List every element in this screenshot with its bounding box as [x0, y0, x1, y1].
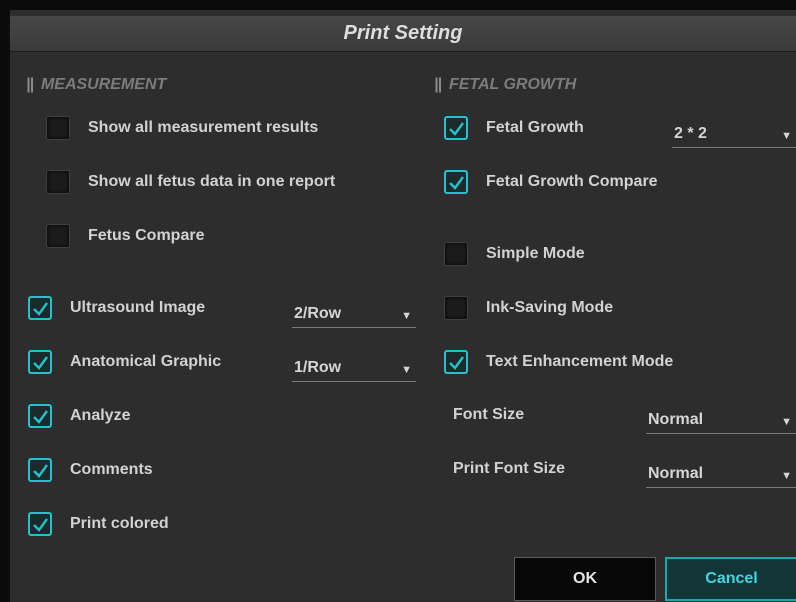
checkbox[interactable]: [444, 296, 468, 320]
checkbox[interactable]: [444, 116, 468, 140]
checkbox-label: Print colored: [70, 515, 169, 532]
checkbox-label: Comments: [70, 461, 153, 478]
checkbox[interactable]: [444, 170, 468, 194]
checkbox-show-all-fetus-data[interactable]: Show all fetus data in one report: [46, 168, 335, 196]
checkbox-fetus-compare[interactable]: Fetus Compare: [46, 222, 204, 250]
checkbox-ultrasound-image[interactable]: Ultrasound Image: [28, 294, 205, 322]
checkbox-label: Show all fetus data in one report: [88, 173, 336, 190]
checkmark-icon: [33, 464, 48, 478]
dropdown-value: 2/Row: [294, 304, 342, 322]
font-size-label: Font Size: [453, 406, 525, 423]
ok-button[interactable]: OK: [514, 557, 656, 601]
checkbox[interactable]: [28, 350, 52, 374]
checkbox-print-colored[interactable]: Print colored: [28, 510, 169, 538]
checkmark-icon: [449, 122, 464, 136]
checkmark-icon: [449, 176, 464, 190]
dropdown-value: Normal: [648, 410, 704, 428]
title-bar: Print Setting: [10, 16, 796, 52]
checkbox-text-enhancement-mode[interactable]: Text Enhancement Mode: [444, 348, 673, 376]
checkmark-icon: [449, 356, 464, 370]
checkbox-analyze[interactable]: Analyze: [28, 402, 130, 430]
checkbox-label: Simple Mode: [486, 245, 585, 262]
checkbox[interactable]: [28, 512, 52, 536]
checkbox-label: Analyze: [70, 407, 131, 424]
fetal-growth-section-label: FETAL GROWTH: [448, 76, 577, 93]
checkbox-label: Anatomical Graphic: [70, 353, 222, 370]
checkbox[interactable]: [46, 224, 70, 248]
checkbox-label: Fetal Growth Compare: [486, 173, 658, 190]
font-size-dropdown[interactable]: Normal ▼: [646, 406, 796, 434]
measurement-section-title: || MEASUREMENT: [26, 76, 166, 94]
double-bar-icon: ||: [434, 76, 442, 93]
dropdown-value: 1/Row: [294, 358, 342, 376]
checkbox[interactable]: [444, 242, 468, 266]
checkbox-label: Ink-Saving Mode: [486, 299, 614, 316]
triangle-down-icon: ▼: [781, 415, 792, 428]
dropdown-value: 2 * 2: [674, 124, 707, 142]
checkbox-simple-mode[interactable]: Simple Mode: [444, 240, 585, 268]
triangle-down-icon: ▼: [401, 363, 412, 376]
checkbox-label: Show all measurement results: [88, 119, 319, 136]
checkbox[interactable]: [28, 404, 52, 428]
dialog-title: Print Setting: [343, 22, 463, 44]
ultrasound-image-dropdown[interactable]: 2/Row ▼: [292, 300, 416, 328]
checkmark-icon: [33, 356, 48, 370]
fetal-growth-section-title: || FETAL GROWTH: [434, 76, 576, 94]
triangle-down-icon: ▼: [401, 309, 412, 322]
checkbox-label: Ultrasound Image: [70, 299, 206, 316]
checkbox-fetal-growth[interactable]: Fetal Growth: [444, 114, 584, 142]
print-font-size-dropdown[interactable]: Normal ▼: [646, 460, 796, 488]
dropdown-value: Normal: [648, 464, 704, 482]
checkbox-anatomical-graphic[interactable]: Anatomical Graphic: [28, 348, 221, 376]
checkbox[interactable]: [46, 170, 70, 194]
cancel-button[interactable]: Cancel: [665, 557, 796, 601]
checkbox[interactable]: [46, 116, 70, 140]
checkbox[interactable]: [28, 458, 52, 482]
checkbox-label: Fetus Compare: [88, 227, 205, 244]
checkmark-icon: [33, 302, 48, 316]
checkbox[interactable]: [28, 296, 52, 320]
print-font-size-label: Print Font Size: [453, 460, 565, 477]
checkmark-icon: [33, 518, 48, 532]
measurement-section-label: MEASUREMENT: [40, 76, 167, 93]
checkbox-label: Fetal Growth: [486, 119, 584, 136]
checkbox-comments[interactable]: Comments: [28, 456, 153, 484]
checkbox-label: Text Enhancement Mode: [486, 353, 674, 370]
print-setting-dialog: Print Setting || MEASUREMENT Show all me…: [8, 10, 796, 602]
checkbox[interactable]: [444, 350, 468, 374]
checkmark-icon: [33, 410, 48, 424]
triangle-down-icon: ▼: [781, 129, 792, 142]
anatomical-graphic-dropdown[interactable]: 1/Row ▼: [292, 354, 416, 382]
double-bar-icon: ||: [26, 76, 34, 93]
fetal-growth-layout-dropdown[interactable]: 2 * 2 ▼: [672, 120, 796, 148]
checkbox-fetal-growth-compare[interactable]: Fetal Growth Compare: [444, 168, 658, 196]
triangle-down-icon: ▼: [781, 469, 792, 482]
checkbox-show-all-measurement-results[interactable]: Show all measurement results: [46, 114, 318, 142]
checkbox-ink-saving-mode[interactable]: Ink-Saving Mode: [444, 294, 613, 322]
